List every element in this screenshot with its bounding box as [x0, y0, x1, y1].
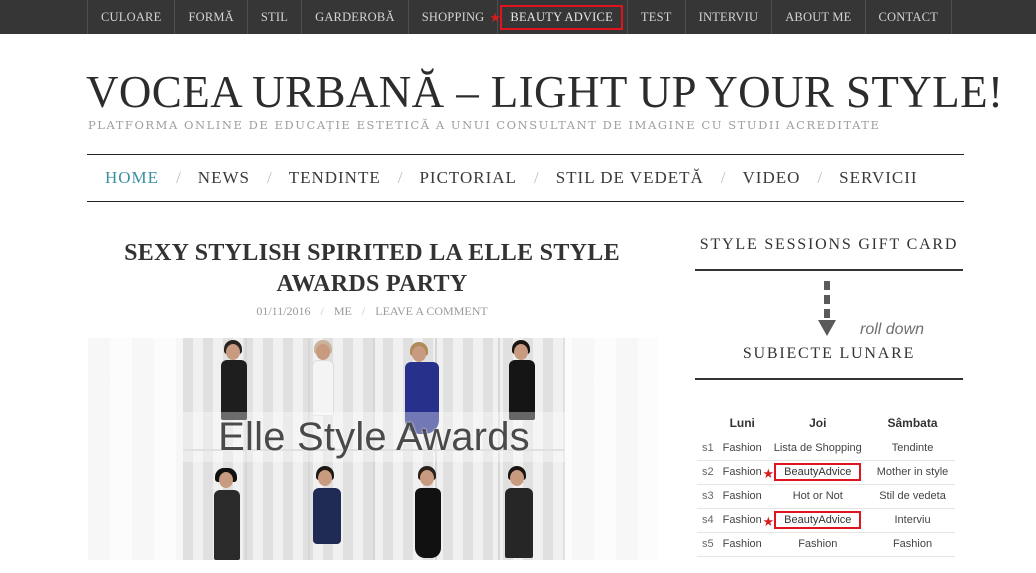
- week-label: s4: [697, 508, 719, 533]
- table-cell: Mother in style: [870, 460, 955, 485]
- post-date[interactable]: 01/11/2016: [256, 304, 310, 318]
- site-title[interactable]: VOCEA URBANĂ – LIGHT UP YOUR STYLE!: [86, 66, 1003, 118]
- table-row: s2 Fashion ★ BeautyAdvice Mother in styl…: [697, 460, 955, 485]
- red-star-icon: ★: [489, 10, 502, 25]
- table-header-row: Luni Joi Sâmbata: [697, 409, 955, 436]
- table-cell: Fashion: [765, 532, 871, 557]
- dashed-arrow-down-icon: [818, 281, 836, 339]
- table-cell: Interviu: [870, 508, 955, 533]
- top-nav-label: FORMĂ: [188, 9, 234, 24]
- roll-down-text: roll down: [860, 321, 925, 338]
- monthly-topics-table: Luni Joi Sâmbata s1 Fashion Lista de Sho…: [697, 409, 955, 557]
- main-nav-home[interactable]: HOME: [105, 168, 159, 188]
- widget-title-subiecte-lunare: SUBIECTE LUNARE: [742, 345, 916, 362]
- top-nav-item-beauty-advice[interactable]: ★ BEAUTY ADVICE: [489, 0, 628, 34]
- nav-separator: /: [397, 168, 403, 187]
- top-nav-label: CONTACT: [878, 9, 938, 24]
- nav-separator: /: [533, 168, 539, 187]
- post-meta: 01/11/2016 / ME / LEAVE A COMMENT: [110, 304, 634, 319]
- main-nav-news[interactable]: NEWS: [198, 168, 250, 188]
- table-cell-highlighted: ★ BeautyAdvice: [762, 508, 871, 533]
- leave-comment-link[interactable]: LEAVE A COMMENT: [375, 304, 487, 318]
- table-header-sambata: Sâmbata: [887, 415, 938, 430]
- top-nav-label: CULOARE: [101, 9, 162, 24]
- table-cell: Stil de vedeta: [870, 484, 955, 509]
- top-nav-label: GARDEROBĂ: [315, 9, 395, 24]
- top-nav-label: INTERVIU: [698, 9, 759, 24]
- top-nav-label: TEST: [640, 9, 672, 24]
- top-nav-item-culoare[interactable]: CULOARE: [88, 0, 176, 34]
- week-label: s2: [697, 460, 719, 485]
- table-cell-highlighted: ★ BeautyAdvice: [762, 460, 871, 485]
- table-row: s4 Fashion ★ BeautyAdvice Interviu: [697, 508, 955, 533]
- top-nav-item-garderoba[interactable]: GARDEROBĂ: [302, 0, 409, 34]
- week-label: s1: [697, 436, 719, 461]
- top-nav-label: STIL: [260, 9, 289, 24]
- top-nav-item-contact[interactable]: CONTACT: [866, 0, 952, 34]
- table-header: [697, 409, 719, 436]
- meta-separator: /: [320, 304, 324, 318]
- top-nav-item-about-me[interactable]: ABOUT ME: [772, 0, 866, 34]
- image-overlay-title: Elle Style Awards: [183, 412, 565, 462]
- table-cell: Tendinte: [870, 436, 955, 461]
- main-nav-servicii[interactable]: SERVICII: [839, 168, 917, 188]
- table-cell: Fashion: [719, 436, 766, 461]
- red-star-icon: ★: [762, 513, 775, 529]
- table-row: s1 Fashion Lista de Shopping Tendinte: [697, 436, 955, 461]
- table-row: s3 Fashion Hot or Not Stil de vedeta: [697, 484, 955, 509]
- main-nav-pictorial[interactable]: PICTORIAL: [419, 168, 516, 188]
- top-nav-item-stil[interactable]: STIL: [248, 0, 303, 34]
- post-author[interactable]: ME: [334, 304, 352, 318]
- table-cell: Fashion: [719, 532, 766, 557]
- table-cell: Fashion: [719, 484, 766, 509]
- top-nav-item-test[interactable]: TEST: [628, 0, 686, 34]
- widget-divider: [695, 378, 963, 380]
- main-nav-tendinte[interactable]: TENDINTE: [289, 168, 381, 188]
- beauty-advice-cell-label: BeautyAdvice: [774, 463, 862, 481]
- top-nav-label: BEAUTY ADVICE: [500, 4, 623, 30]
- top-bar: CULOARE FORMĂ STIL GARDEROBĂ SHOPPING ★ …: [0, 0, 1036, 34]
- site-tagline: PLATFORMA ONLINE DE EDUCAȚIE ESTETICĂ A …: [88, 118, 881, 132]
- top-nav-item-shopping[interactable]: SHOPPING: [409, 0, 499, 34]
- nav-separator: /: [266, 168, 272, 187]
- beauty-advice-cell-label: BeautyAdvice: [774, 511, 862, 529]
- week-label: s5: [697, 532, 719, 557]
- meta-separator: /: [361, 304, 366, 318]
- top-nav: CULOARE FORMĂ STIL GARDEROBĂ SHOPPING ★ …: [87, 0, 952, 34]
- post-featured-image[interactable]: Elle Style Awards: [183, 338, 565, 560]
- table-cell: Hot or Not: [765, 484, 871, 509]
- top-nav-label: SHOPPING: [421, 9, 485, 24]
- table-row: s5 Fashion Fashion Fashion: [697, 532, 955, 557]
- top-nav-label: ABOUT ME: [785, 9, 852, 24]
- table-header-joi: Joi: [809, 415, 827, 430]
- post-title[interactable]: SEXY STYLISH SPIRITED LA ELLE STYLE AWAR…: [110, 238, 634, 300]
- main-nav-stil-de-vedeta[interactable]: STIL DE VEDETĂ: [556, 168, 704, 188]
- table-cell: Fashion: [719, 508, 766, 533]
- nav-separator: /: [817, 168, 823, 187]
- nav-separator: /: [720, 168, 726, 187]
- red-star-icon: ★: [762, 465, 775, 481]
- main-nav: HOME / NEWS / TENDINTE / PICTORIAL / STI…: [87, 154, 964, 202]
- week-label: s3: [697, 484, 719, 509]
- top-nav-item-forma[interactable]: FORMĂ: [175, 0, 248, 34]
- widget-divider: [695, 269, 963, 271]
- table-cell: Fashion: [870, 532, 955, 557]
- widget-title-gift-card: STYLE SESSIONS GIFT CARD: [699, 236, 959, 253]
- table-cell: Lista de Shopping: [765, 436, 871, 461]
- table-header-luni: Luni: [729, 415, 755, 430]
- top-nav-item-interviu[interactable]: INTERVIU: [686, 0, 773, 34]
- nav-separator: /: [176, 168, 181, 187]
- table-cell: Fashion: [719, 460, 766, 485]
- main-nav-video[interactable]: VIDEO: [743, 168, 801, 188]
